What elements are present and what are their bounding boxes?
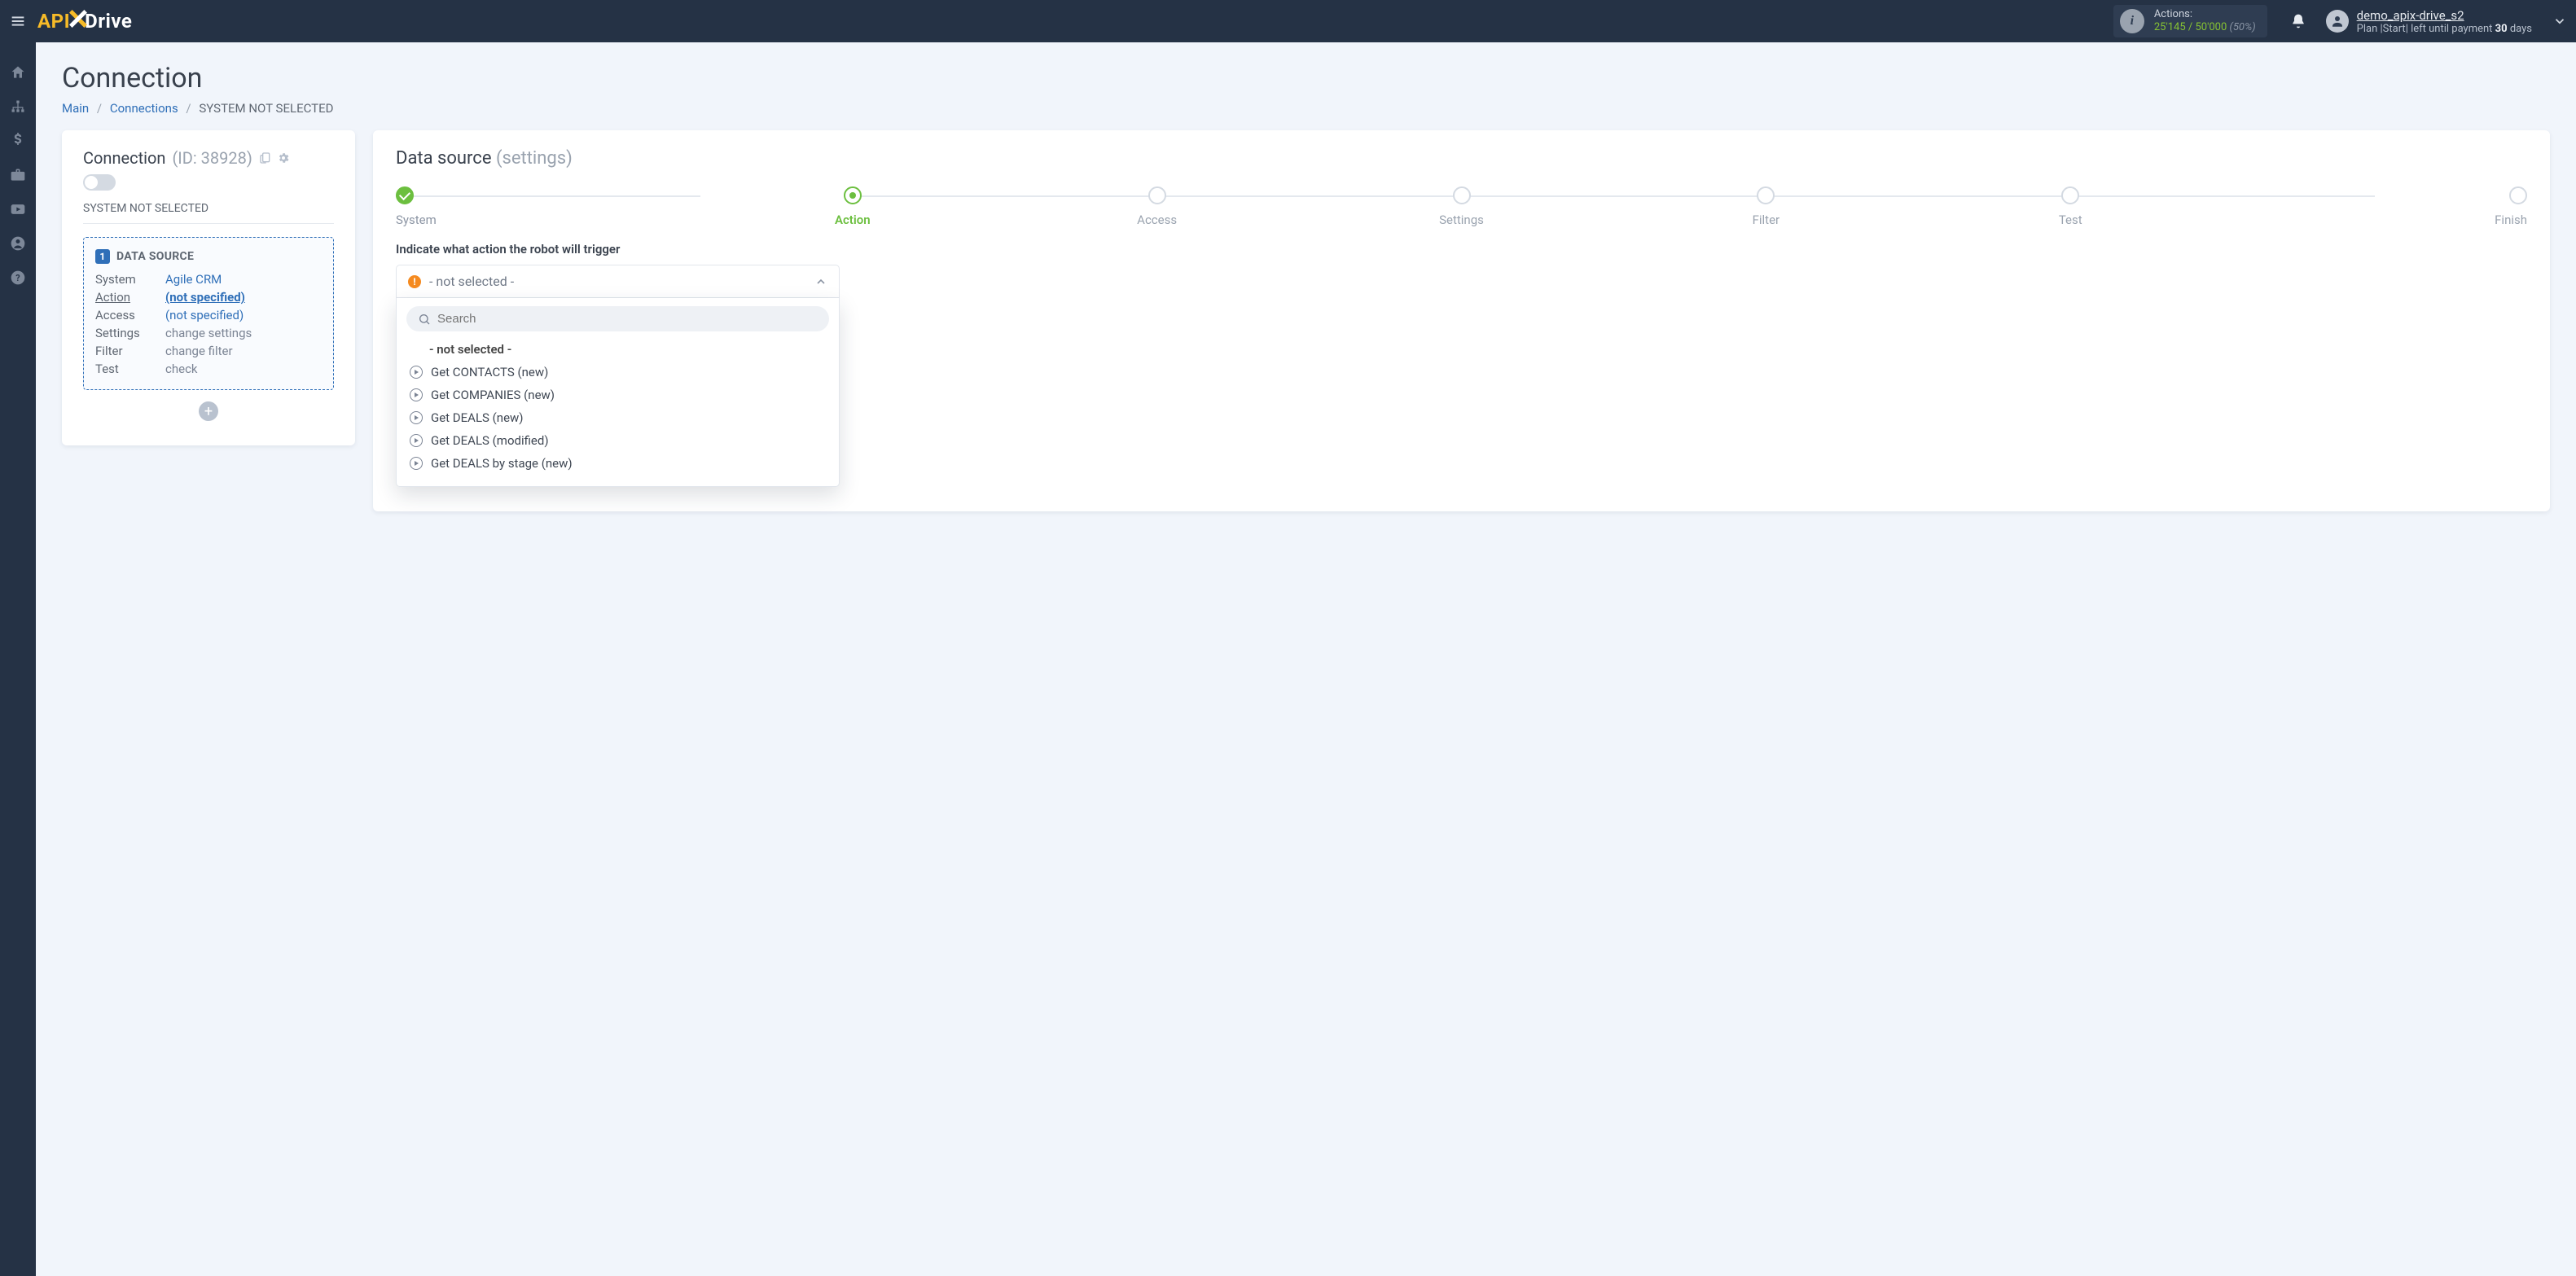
play-icon [410,434,423,447]
action-select: - not selected - - not selected - Get CO… [396,265,840,487]
ds-test[interactable]: check [165,362,322,376]
connection-toggle[interactable] [83,174,116,191]
chevron-up-icon [814,275,827,288]
logo-api: API [37,10,70,33]
actions-pct: (50%) [2230,21,2256,33]
sidebar: ? [0,42,36,1276]
stepper: System Action Access Settings Filter Tes… [396,186,2527,227]
action-select-value: - not selected - [429,274,806,289]
avatar-icon [2326,10,2349,33]
play-icon [410,457,423,470]
search-icon [418,313,431,326]
action-select-input[interactable]: - not selected - [396,265,840,298]
topbar: API Drive i Actions: 25'145 / 50'000 (50… [0,0,2576,42]
step-finish[interactable]: Finish [2223,186,2527,227]
sidebar-tools[interactable] [0,160,36,191]
sidebar-connections[interactable] [0,91,36,122]
user-name: demo_apix-drive_s2 [2357,8,2532,23]
ds-system-link[interactable]: Agile CRM [165,272,322,287]
actions-label: Actions: [2154,8,2256,21]
step-test[interactable]: Test [1918,186,2223,227]
action-option[interactable]: Get CONTACTS (new) [406,361,829,384]
gear-icon[interactable] [277,151,290,164]
breadcrumb: Main / Connections / SYSTEM NOT SELECTED [62,101,2550,116]
logo-drive: Drive [85,10,132,33]
step-access[interactable]: Access [1005,186,1310,227]
play-icon [410,366,423,379]
data-source-box[interactable]: 1 DATA SOURCE System Agile CRM Action (n… [83,237,334,390]
duplicate-icon[interactable] [259,151,272,164]
page-title: Connection [62,62,2550,94]
logo[interactable]: API Drive [37,10,132,33]
breadcrumb-connections[interactable]: Connections [110,101,178,116]
sidebar-home[interactable] [0,57,36,88]
ds-action-link[interactable]: (not specified) [165,290,322,305]
step-action[interactable]: Action [700,186,1005,227]
actions-total: 50'000 [2195,21,2227,33]
svg-text:?: ? [15,273,20,283]
actions-text: Actions: 25'145 / 50'000 (50%) [2154,8,2256,35]
data-source-head: 1 DATA SOURCE [95,249,322,264]
ds-filter[interactable]: change filter [165,344,322,358]
action-option-none[interactable]: - not selected - [406,338,829,361]
data-source-number: 1 [95,249,110,264]
sidebar-help[interactable]: ? [0,262,36,293]
info-icon: i [2120,9,2144,33]
settings-card-title: Data source (settings) [396,148,2527,169]
connection-id: (ID: 38928) [172,148,252,168]
notifications-button[interactable] [2282,13,2315,29]
connection-card-title: Connection (ID: 38928) [83,148,334,191]
warning-icon [408,275,421,288]
action-option[interactable]: Get DEALS (new) [406,406,829,429]
user-menu-chevron[interactable] [2543,14,2576,29]
play-icon [410,411,423,424]
action-option[interactable]: Get DEALS by stage (new) [406,452,829,475]
action-select-panel: - not selected - Get CONTACTS (new) Get … [396,298,840,487]
actions-slash: / [2186,21,2196,33]
main: Connection Main / Connections / SYSTEM N… [36,42,2576,1276]
actions-chip[interactable]: i Actions: 25'145 / 50'000 (50%) [2113,5,2267,38]
action-option[interactable]: Get COMPANIES (new) [406,384,829,406]
data-source-grid: System Agile CRM Action (not specified) … [95,272,322,376]
actions-used: 25'145 [2154,21,2186,33]
play-icon [410,388,423,401]
add-step-button[interactable]: + [199,401,218,421]
ds-access-link[interactable]: (not specified) [165,308,322,322]
step-system[interactable]: System [396,186,700,227]
ds-settings[interactable]: change settings [165,326,322,340]
action-option[interactable]: Get DEALS (modified) [406,429,829,452]
data-source-title: DATA SOURCE [116,250,194,263]
action-search-input[interactable] [437,312,818,326]
user-plan: Plan |Start| left until payment 30 days [2357,23,2532,35]
breadcrumb-main[interactable]: Main [62,101,89,116]
breadcrumb-current: SYSTEM NOT SELECTED [199,101,333,116]
connection-subtitle: SYSTEM NOT SELECTED [83,202,334,224]
logo-x-icon [69,10,87,28]
connection-card: Connection (ID: 38928) SYSTEM NOT SELECT… [62,130,355,445]
user-menu[interactable]: demo_apix-drive_s2 Plan |Start| left unt… [2315,8,2543,35]
sidebar-video[interactable] [0,194,36,225]
menu-button[interactable] [0,0,36,42]
action-field-label: Indicate what action the robot will trig… [396,242,2527,257]
sidebar-billing[interactable] [0,125,36,156]
action-search[interactable] [406,306,829,331]
sidebar-account[interactable] [0,228,36,259]
step-settings[interactable]: Settings [1310,186,1614,227]
step-filter[interactable]: Filter [1613,186,1918,227]
settings-card: Data source (settings) System Action Acc… [373,130,2550,511]
